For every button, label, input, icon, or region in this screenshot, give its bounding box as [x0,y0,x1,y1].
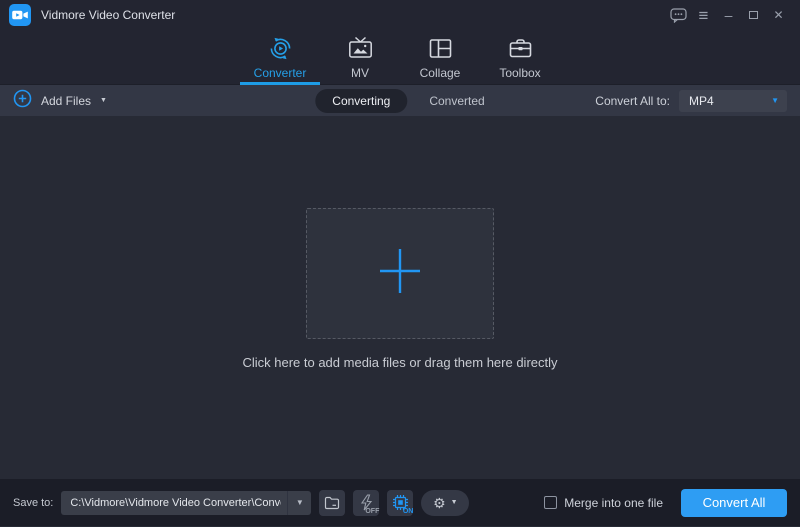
high-speed-toggle[interactable]: OFF [353,489,380,516]
high-speed-state: OFF [365,507,380,515]
main-area: Click here to add media files or drag th… [0,116,800,479]
tab-collage[interactable]: Collage [400,30,480,84]
footer-bar: Save to: ▼ OFF ON ⚙ ▼ Merge into one fil… [0,479,800,526]
menu-icon[interactable]: ≡ [691,3,716,27]
output-format-value: MP4 [689,93,714,108]
tab-converted[interactable]: Converted [429,94,484,108]
add-circle-icon [13,89,32,113]
minimize-icon[interactable]: – [716,3,741,27]
tab-converter[interactable]: Converter [240,30,320,85]
close-icon[interactable]: ✕ [766,3,791,27]
toolbar: Add Files ▼ Converting Converted Convert… [0,85,800,116]
save-to-label: Save to: [13,496,54,509]
output-format-select[interactable]: MP4 ▼ [679,89,787,112]
convert-all-to-label: Convert All to: [595,93,670,108]
hardware-acceleration-state: ON [402,507,414,515]
converter-icon [267,35,294,62]
collage-icon [427,35,454,62]
tab-converter-label: Converter [253,65,307,80]
save-path-caret-icon[interactable]: ▼ [287,490,311,515]
maximize-icon[interactable] [741,3,766,27]
tab-mv[interactable]: MV [320,30,400,84]
open-folder-button[interactable] [319,489,346,516]
convert-status-tabs: Converting Converted [315,88,485,113]
convert-all-button[interactable]: Convert All [681,488,787,517]
window-title: Vidmore Video Converter [41,8,176,22]
add-files-button[interactable]: Add Files ▼ [13,89,107,113]
add-media-plus-icon [376,247,424,300]
tab-converting[interactable]: Converting [315,88,408,113]
add-files-label: Add Files [41,93,92,108]
window-controls: ≡ – ✕ [666,3,791,27]
toolbox-icon [507,35,534,62]
tab-toolbox[interactable]: Toolbox [480,30,560,84]
save-path-box: ▼ [61,490,312,515]
mv-icon [347,35,374,62]
main-nav: Converter MV Collage Toolbox [0,30,800,85]
hardware-acceleration-toggle[interactable]: ON [387,489,414,516]
save-path-input[interactable] [61,496,288,509]
merge-label[interactable]: Merge into one file [564,496,663,510]
app-logo-icon [9,4,31,26]
settings-button[interactable]: ⚙ ▼ [421,489,470,516]
tab-collage-label: Collage [419,65,461,80]
titlebar: Vidmore Video Converter ≡ – ✕ [0,0,800,30]
convert-all-to-group: Convert All to: MP4 ▼ [595,89,787,112]
settings-caret-icon: ▼ [450,499,458,506]
drop-hint-text[interactable]: Click here to add media files or drag th… [242,355,557,370]
merge-checkbox[interactable] [544,496,558,509]
gear-icon: ⚙ [433,494,446,511]
add-files-caret-icon[interactable]: ▼ [100,97,107,104]
media-drop-zone[interactable] [306,208,494,339]
tab-mv-label: MV [351,65,369,80]
feedback-icon[interactable] [666,3,691,27]
tab-toolbox-label: Toolbox [499,65,541,80]
format-caret-icon: ▼ [771,95,779,105]
footer-right-group: Merge into one file Convert All [544,488,787,517]
